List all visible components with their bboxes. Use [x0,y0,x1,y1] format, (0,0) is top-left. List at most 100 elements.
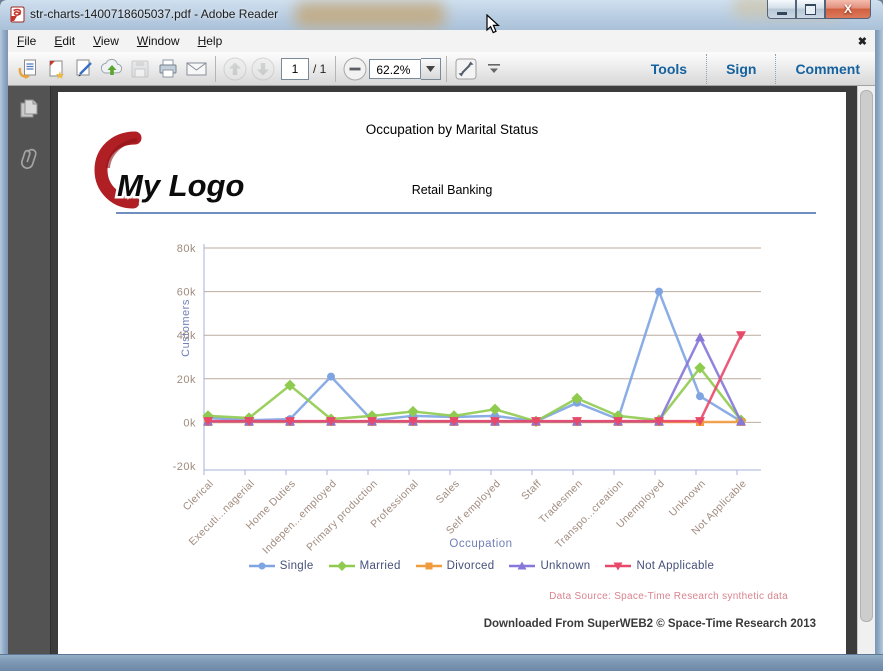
header-divider [116,212,816,214]
legend-label: Divorced [446,560,495,572]
report-title: Occupation by Marital Status [365,122,539,137]
page-number-input[interactable]: 1 [281,57,309,80]
legend-marker-icon [248,562,275,570]
svg-text:★: ★ [55,70,65,81]
svg-text:Unknown: Unknown [667,478,708,519]
panel-links: Tools Sign Comment [642,53,869,84]
more-options-icon [488,63,501,73]
svg-text:60k: 60k [177,287,196,299]
minimize-button[interactable] [767,0,796,19]
x-axis-title: Occupation [449,538,513,550]
create-pdf-button[interactable]: ★ [42,55,70,83]
toolbar-more-button[interactable] [480,55,508,83]
dotted-separator [706,53,708,84]
legend-item: Single [248,560,314,572]
report-subtitle: Retail Banking [411,183,493,197]
attachments-paperclip-icon[interactable] [18,146,40,172]
window-frame [875,30,883,671]
comment-panel-button[interactable]: Comment [786,61,869,77]
legend-item: Unknown [508,560,590,572]
open-file-icon [18,59,36,79]
vertical-scrollbar[interactable] [857,86,875,655]
legend-label: Not Applicable [636,560,715,572]
dotted-separator [775,53,777,84]
menu-bar: File Edit View Window Help ✖ [8,30,875,53]
legend-item: Married [328,560,401,572]
save-button[interactable] [126,55,154,83]
email-icon [186,62,206,75]
data-source-note: Data Source: Space-Time Research synthet… [549,591,788,602]
fit-width-button[interactable] [452,55,480,83]
scrollbar-thumb[interactable] [860,90,873,622]
legend-item: Not Applicable [604,560,714,572]
window-frame[interactable] [0,654,883,671]
svg-text:0k: 0k [183,417,196,429]
toolbar: ★ 1 / 1 62.2% Tools Sign Comment [8,52,875,86]
svg-text:80k: 80k [177,243,196,255]
menu-help[interactable]: Help [189,31,232,51]
print-button[interactable] [154,55,182,83]
legend-marker-icon [328,561,355,571]
toolbar-separator [215,55,216,82]
svg-text:40k: 40k [177,330,196,342]
window-title: str-charts-1400718605037.pdf - Adobe Rea… [30,7,279,21]
fit-width-icon [455,58,477,79]
sign-panel-button[interactable]: Sign [717,61,765,77]
pdf-file-icon [10,6,25,23]
email-button[interactable] [182,55,210,83]
sign-document-button[interactable] [70,55,98,83]
window-controls: X [767,0,871,19]
legend-label: Unknown [540,560,591,572]
restore-button[interactable] [796,0,825,19]
svg-text:-20k: -20k [173,461,196,473]
mouse-cursor [486,14,500,34]
legend-item: Divorced [415,560,495,572]
svg-text:Sales: Sales [434,478,462,506]
zoom-out-icon [343,57,367,80]
tools-panel-button[interactable]: Tools [642,61,696,77]
chart-legend: Single Married Divorced Unknown Not Applicab… [151,560,811,572]
menu-edit[interactable]: Edit [45,31,84,51]
download-footer: Downloaded From SuperWEB2 © Space-Time R… [483,618,816,630]
toolbar-separator [335,55,337,82]
previous-page-icon [223,57,247,80]
next-page-button[interactable] [249,55,277,83]
sign-document-icon [76,59,92,76]
close-icon: X [843,2,852,16]
menu-view[interactable]: View [84,31,128,51]
svg-text:Staff: Staff [519,478,544,503]
adobe-reader-window: str-charts-1400718605037.pdf - Adobe Rea… [0,0,883,671]
toolbar-separator [446,55,448,82]
close-button[interactable]: X [825,0,871,19]
main-area: My Logo Occupation by Marital Status Ret… [8,86,875,655]
document-area[interactable]: My Logo Occupation by Marital Status Ret… [51,86,875,655]
upload-cloud-icon [100,58,123,75]
occupation-line-chart: -20k0k20k40k60k80kClericalExecuti...nage… [173,243,761,556]
window-frame [0,30,8,671]
legend-marker-icon [415,562,442,570]
pdf-page: My Logo Occupation by Marital Status Ret… [58,92,846,655]
title-bar[interactable]: str-charts-1400718605037.pdf - Adobe Rea… [0,0,883,31]
open-file-button[interactable] [14,55,42,83]
create-pdf-icon: ★ [49,60,65,81]
page-thumbnails-icon[interactable] [18,98,40,120]
page-total-label: / 1 [313,61,327,76]
zoom-dropdown-button[interactable] [421,57,442,80]
zoom-out-button[interactable] [341,55,369,83]
svg-text:Clerical: Clerical [181,478,217,514]
menu-file[interactable]: File [8,31,45,51]
legend-marker-icon [509,561,536,570]
legend-label: Married [359,560,401,572]
menubar-close-icon[interactable]: ✖ [858,35,867,48]
legend-label: Single [279,560,314,572]
menu-window[interactable]: Window [128,31,189,51]
navigation-pane [8,86,51,655]
chevron-down-icon [426,65,436,72]
next-page-icon [251,57,275,80]
previous-page-button[interactable] [221,55,249,83]
svg-text:20k: 20k [177,374,196,386]
upload-cloud-button[interactable] [98,55,126,83]
save-icon [131,60,149,77]
zoom-level-input[interactable]: 62.2% [369,58,422,79]
legend-marker-icon [605,562,632,571]
